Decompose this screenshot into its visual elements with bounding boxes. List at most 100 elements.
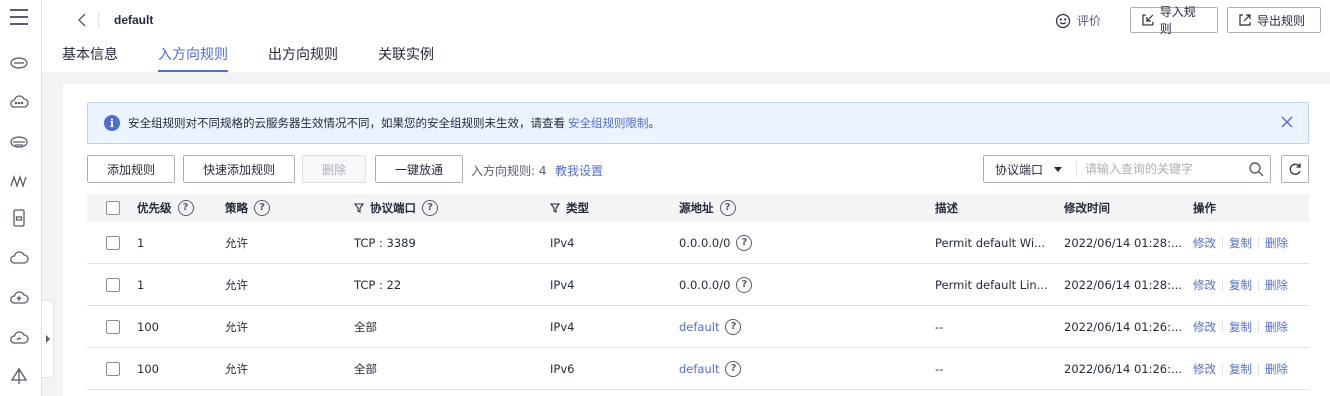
search-button[interactable] (1242, 156, 1270, 182)
refresh-button[interactable] (1281, 155, 1309, 183)
filter-field-select[interactable]: 协议端口 (984, 156, 1076, 182)
cell-modified: 2022/06/14 01:26:... (1064, 361, 1182, 376)
col-modified: 修改时间 (1064, 200, 1110, 216)
one-click-allow-button[interactable]: 一键放通 (375, 155, 463, 183)
col-priority: 优先级 ? (137, 200, 194, 216)
rail-expand-toggle[interactable] (42, 300, 54, 378)
cell-modified: 2022/06/14 01:26:... (1064, 319, 1182, 334)
tab-associated-instances[interactable]: 关联实例 (378, 38, 434, 72)
op-divider (1222, 278, 1223, 291)
col-action: 策略 ? (225, 200, 270, 216)
tab-inbound-rules[interactable]: 入方向规则 (158, 38, 228, 72)
cell-protocol: TCP : 22 (354, 277, 402, 292)
copy-link[interactable]: 复制 (1229, 277, 1252, 293)
cell-source: 0.0.0.0/0 ? (679, 276, 753, 293)
notice-tail: 。 (648, 116, 661, 130)
tab-basic-info[interactable]: 基本信息 (62, 38, 118, 72)
rate-label: 评价 (1077, 14, 1102, 28)
smiley-icon (1055, 13, 1071, 28)
modify-link[interactable]: 修改 (1193, 361, 1216, 377)
delete-link[interactable]: 删除 (1265, 319, 1288, 335)
cell-operations: 修改 复制 删除 (1193, 319, 1288, 335)
source-value: 0.0.0.0/0 (679, 235, 731, 250)
cell-description: Permit default Lin... (935, 277, 1048, 292)
source-link[interactable]: default (679, 362, 719, 376)
header-divider (98, 12, 99, 28)
import-rules-button[interactable]: 导入规则 (1130, 5, 1218, 36)
tab-outbound-rules[interactable]: 出方向规则 (268, 38, 338, 72)
help-icon[interactable]: ? (177, 200, 194, 216)
quick-add-rule-button[interactable]: 快速添加规则 (183, 155, 295, 183)
op-divider (1258, 236, 1259, 249)
delete-link[interactable]: 删除 (1265, 235, 1288, 251)
col-operations: 操作 (1193, 200, 1216, 216)
col-source-label: 源地址 (679, 201, 714, 215)
cell-description: -- (935, 361, 944, 376)
cloud-upload-icon[interactable] (9, 288, 29, 308)
cell-operations: 修改 复制 删除 (1193, 235, 1288, 251)
notice-link[interactable]: 安全组规则限制 (568, 115, 649, 131)
col-description-label: 描述 (935, 201, 958, 215)
search-input[interactable] (1077, 156, 1242, 182)
export-rules-button[interactable]: 导出规则 (1227, 7, 1321, 33)
delete-link[interactable]: 删除 (1265, 277, 1288, 293)
help-icon[interactable]: ? (254, 200, 270, 216)
database-icon[interactable] (9, 132, 29, 152)
cell-action: 允许 (225, 319, 248, 334)
table-row: 1 允许 TCP : 22 IPv4 0.0.0.0/0 ? Permit de… (87, 264, 1309, 306)
rule-count: 入方向规则: 4 (471, 164, 547, 178)
help-icon[interactable]: ? (719, 200, 736, 216)
rate-button[interactable]: 评价 (1055, 12, 1101, 29)
cloud-server-icon[interactable] (9, 52, 29, 72)
filter-icon[interactable] (550, 203, 560, 213)
left-rail (0, 0, 42, 396)
help-icon[interactable]: ? (736, 276, 753, 293)
col-source: 源地址 ? (679, 200, 736, 216)
cloud-monitor-icon[interactable] (9, 328, 29, 348)
cell-protocol: 全部 (354, 361, 377, 376)
back-button[interactable] (74, 11, 92, 29)
filter-field-value: 协议端口 (995, 162, 1044, 177)
source-link[interactable]: default (679, 320, 719, 334)
storage-icon[interactable] (9, 208, 29, 228)
modify-link[interactable]: 修改 (1193, 235, 1216, 251)
delete-button[interactable]: 删除 (302, 155, 366, 183)
copy-link[interactable]: 复制 (1229, 361, 1252, 377)
copy-link[interactable]: 复制 (1229, 235, 1252, 251)
cell-action: 允许 (225, 361, 248, 376)
cloud-dots-icon[interactable] (9, 92, 29, 112)
select-all-checkbox[interactable] (106, 201, 120, 215)
row-checkbox[interactable] (106, 319, 120, 334)
table-row: 100 允许 全部 IPv4 default ? -- 2022/06/14 0… (87, 306, 1309, 348)
menu-icon[interactable] (10, 9, 28, 30)
deploy-icon[interactable] (9, 366, 29, 386)
help-icon[interactable]: ? (422, 200, 438, 216)
cell-type: IPv4 (550, 319, 575, 334)
page-title: default (114, 13, 154, 27)
row-checkbox[interactable] (106, 361, 120, 376)
row-checkbox[interactable] (106, 277, 120, 292)
cell-source: 0.0.0.0/0 ? (679, 234, 753, 251)
notice-text: 安全组规则对不同规格的云服务器生效情况不同，如果您的安全组规则未生效，请查看 (128, 116, 565, 130)
network-icon[interactable] (9, 170, 29, 190)
cell-operations: 修改 复制 删除 (1193, 277, 1288, 293)
col-operations-label: 操作 (1193, 201, 1216, 215)
cloud-icon[interactable] (9, 248, 29, 268)
modify-link[interactable]: 修改 (1193, 319, 1216, 335)
add-rule-button[interactable]: 添加规则 (87, 155, 175, 183)
row-checkbox[interactable] (106, 235, 120, 250)
close-icon[interactable] (1280, 115, 1294, 129)
help-icon[interactable]: ? (725, 360, 742, 377)
rules-card: i 安全组规则对不同规格的云服务器生效情况不同，如果您的安全组规则未生效，请查看… (63, 84, 1330, 396)
help-link[interactable]: 教我设置 (555, 162, 603, 179)
col-type-label: 类型 (566, 201, 589, 215)
cell-protocol: 全部 (354, 319, 377, 334)
help-icon[interactable]: ? (725, 318, 742, 335)
copy-link[interactable]: 复制 (1229, 319, 1252, 335)
filter-icon[interactable] (354, 203, 364, 213)
col-priority-label: 优先级 (137, 201, 172, 215)
help-icon[interactable]: ? (736, 234, 753, 251)
col-action-label: 策略 (225, 201, 248, 215)
delete-link[interactable]: 删除 (1265, 361, 1288, 377)
modify-link[interactable]: 修改 (1193, 277, 1216, 293)
